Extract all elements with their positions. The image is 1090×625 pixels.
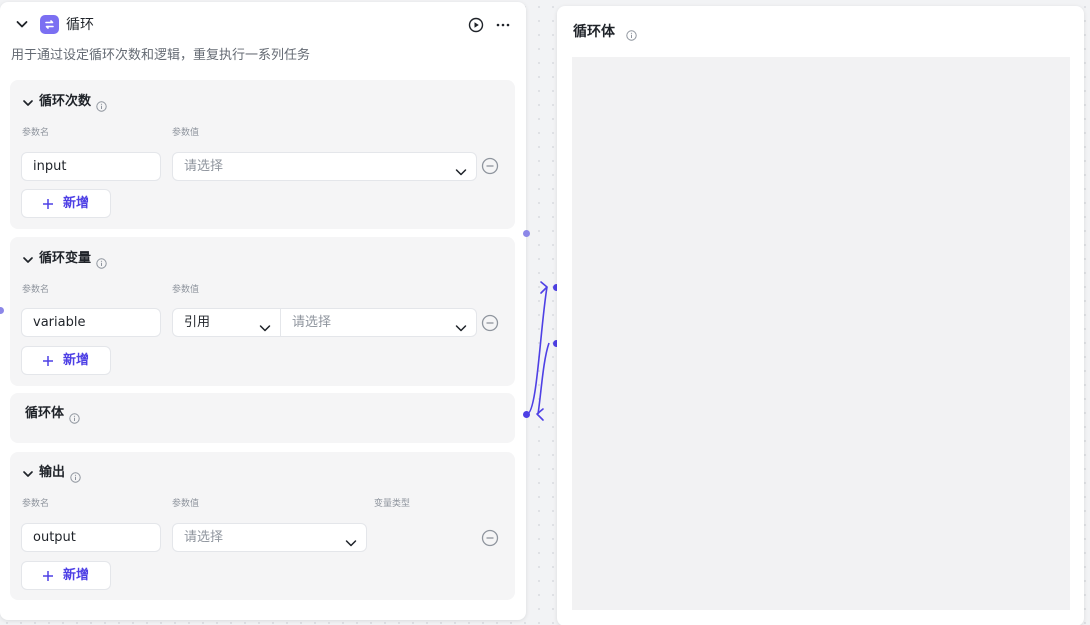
panel-title: 循环体 (573, 24, 615, 40)
chevron-down-icon (455, 161, 467, 176)
section-title: 循环次数 (39, 94, 92, 109)
loop-node: 循环 用于通过设定循环次数和逻辑，重复执行一系列任务 循环次数 参数名 参数值 … (0, 2, 526, 620)
chevron-down-icon (455, 317, 467, 332)
loop-count-section: 循环次数 参数名 参数值 input 请选择 新增 (10, 80, 515, 229)
plus-icon (42, 198, 54, 210)
loop-body-canvas[interactable] (572, 57, 1070, 610)
select-placeholder: 请选择 (184, 159, 224, 174)
add-button[interactable]: 新增 (21, 189, 111, 218)
reference-value-select[interactable]: 请选择 (281, 309, 476, 336)
info-icon (69, 409, 80, 424)
info-icon (96, 254, 107, 269)
chevron-down-icon[interactable] (21, 252, 35, 266)
plus-icon (42, 570, 54, 582)
param-value-label: 参数值 (172, 128, 200, 138)
info-icon (626, 26, 637, 41)
info-icon (70, 468, 81, 483)
param-name-input[interactable]: output (21, 523, 161, 552)
param-value-label: 参数值 (172, 285, 200, 295)
add-label: 新增 (63, 353, 90, 368)
loop-body-port[interactable] (523, 411, 530, 418)
chevron-down-icon[interactable] (14, 16, 30, 32)
section-title: 循环变量 (39, 251, 92, 266)
loop-body-panel: 循环体 (557, 6, 1084, 625)
select-placeholder: 请选择 (292, 315, 332, 330)
param-name-input[interactable]: variable (21, 308, 161, 337)
more-icon[interactable] (495, 17, 511, 33)
variable-type-label: 变量类型 (374, 499, 411, 509)
param-value-label: 参数值 (172, 499, 200, 509)
node-description: 用于通过设定循环次数和逻辑，重复执行一系列任务 (11, 48, 311, 63)
loop-body-section: 循环体 (10, 393, 515, 443)
minus-circle-icon[interactable] (481, 529, 499, 547)
add-label: 新增 (63, 568, 90, 583)
param-value-reference-select: 引用 请选择 (172, 308, 477, 337)
param-name-input[interactable]: input (21, 152, 161, 181)
param-name-label: 参数名 (22, 285, 50, 295)
reference-mode-select[interactable]: 引用 (173, 309, 281, 336)
add-label: 新增 (63, 196, 90, 211)
section-title: 输出 (39, 465, 66, 480)
minus-circle-icon[interactable] (481, 157, 499, 175)
param-value-select[interactable]: 请选择 (172, 152, 477, 181)
minus-circle-icon[interactable] (481, 314, 499, 332)
output-port[interactable] (523, 230, 530, 237)
chevron-down-icon[interactable] (21, 466, 35, 480)
play-icon[interactable] (468, 17, 484, 33)
chevron-down-icon (259, 317, 271, 332)
add-button[interactable]: 新增 (21, 561, 111, 590)
info-icon (96, 97, 107, 112)
node-header: 循环 (0, 2, 526, 46)
node-title: 循环 (66, 17, 94, 33)
loop-variables-section: 循环变量 参数名 参数值 variable 引用 请选择 新增 (10, 237, 515, 386)
add-button[interactable]: 新增 (21, 346, 111, 375)
reference-mode-value: 引用 (184, 315, 211, 330)
section-title: 循环体 (25, 406, 65, 421)
plus-icon (42, 355, 54, 367)
chevron-down-icon (345, 532, 357, 547)
param-value-select[interactable]: 请选择 (172, 523, 367, 552)
param-name-label: 参数名 (22, 128, 50, 138)
select-placeholder: 请选择 (184, 530, 224, 545)
output-section: 输出 参数名 参数值 变量类型 output 请选择 新增 (10, 452, 515, 600)
param-name-label: 参数名 (22, 499, 50, 509)
loop-icon (40, 15, 59, 34)
chevron-down-icon[interactable] (21, 95, 35, 109)
